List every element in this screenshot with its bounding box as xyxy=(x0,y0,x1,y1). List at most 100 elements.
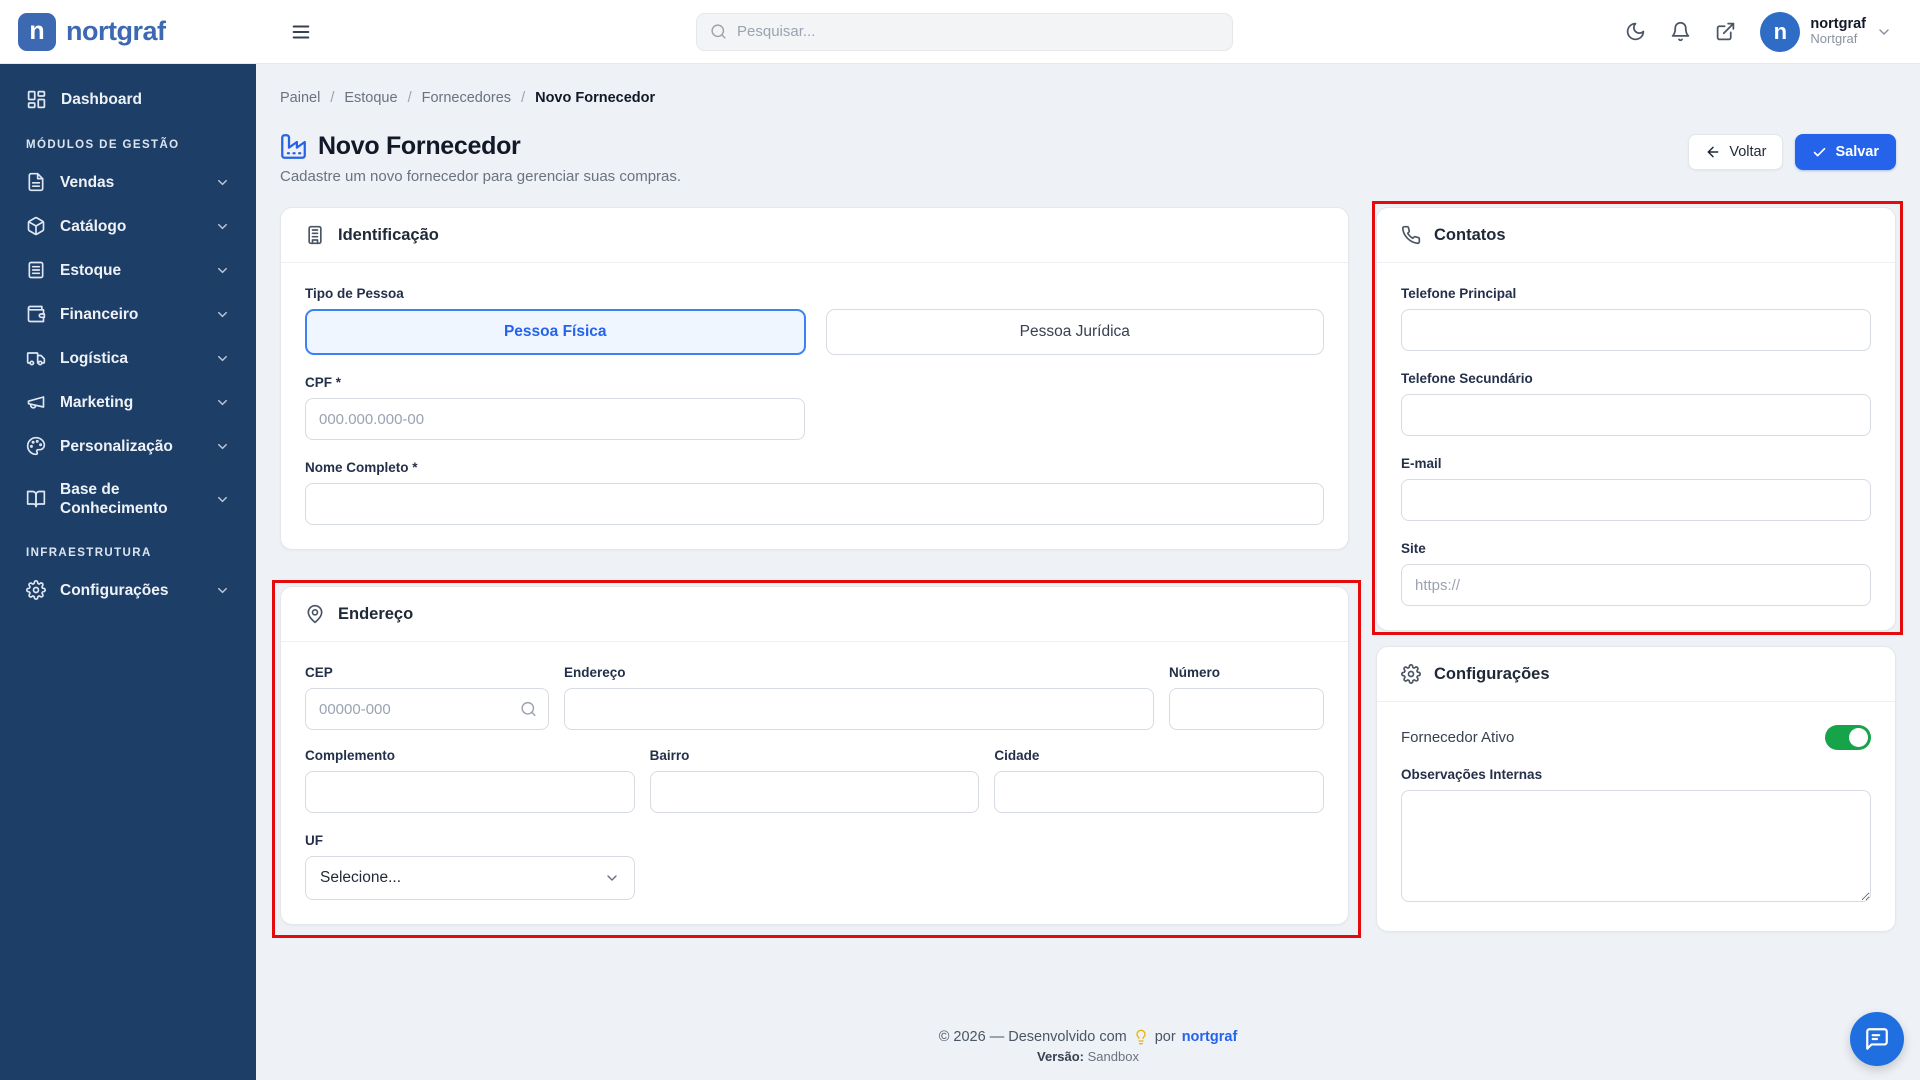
page-subtitle: Cadastre um novo fornecedor para gerenci… xyxy=(280,168,682,185)
file-document-icon xyxy=(26,172,46,192)
city-label: Cidade xyxy=(994,748,1040,763)
book-open-icon xyxy=(26,489,46,509)
breadcrumb-painel[interactable]: Painel xyxy=(280,90,320,106)
sidebar-item-label: Estoque xyxy=(60,261,122,279)
factory-icon xyxy=(280,133,307,160)
cep-field-group: CEP xyxy=(305,665,549,730)
cpf-label: CPF * xyxy=(305,375,342,390)
phone-secondary-input[interactable] xyxy=(1401,394,1871,436)
breadcrumb-estoque[interactable]: Estoque xyxy=(344,90,397,106)
email-input[interactable] xyxy=(1401,479,1871,521)
archive-icon xyxy=(26,260,46,280)
footer-por: por xyxy=(1154,1029,1176,1045)
settings-card-title: Configurações xyxy=(1434,664,1550,683)
global-search[interactable] xyxy=(696,12,1233,51)
sidebar-item-label: Logística xyxy=(60,349,129,367)
chevron-down-icon xyxy=(215,175,230,190)
phone-icon xyxy=(1401,225,1421,245)
brand-logo[interactable]: n nortgraf xyxy=(0,0,256,64)
person-type-toggle-group: Pessoa Física Pessoa Jurídica xyxy=(305,309,1324,355)
internal-notes-textarea[interactable] xyxy=(1401,790,1871,902)
external-link-icon[interactable] xyxy=(1715,21,1736,42)
person-type-label: Tipo de Pessoa xyxy=(305,286,404,301)
phone-primary-label: Telefone Principal xyxy=(1401,286,1517,301)
active-supplier-toggle[interactable] xyxy=(1825,725,1871,750)
chevron-down-icon xyxy=(1876,24,1892,40)
sidebar-item-personalizacao[interactable]: Personalização xyxy=(14,425,242,467)
district-input[interactable] xyxy=(649,771,980,813)
search-icon xyxy=(710,23,727,40)
footer-copyright: © 2026 — Desenvolvido com xyxy=(938,1029,1127,1045)
sidebar-item-marketing[interactable]: Marketing xyxy=(14,381,242,423)
sidebar-item-label: Configurações xyxy=(60,581,169,599)
number-label: Número xyxy=(1169,665,1221,680)
uf-select[interactable]: Selecione... xyxy=(305,856,635,900)
city-field-group: Cidade xyxy=(994,748,1324,813)
sidebar-item-label: Marketing xyxy=(60,393,134,411)
menu-toggle-button[interactable] xyxy=(290,21,312,43)
footer-brand-link[interactable]: nortgraf xyxy=(1182,1029,1238,1045)
identification-card-header: Identificação xyxy=(281,208,1348,263)
complement-label: Complemento xyxy=(305,748,396,763)
truck-icon xyxy=(26,348,46,368)
save-button[interactable]: Salvar xyxy=(1795,134,1896,170)
user-menu[interactable]: n nortgraf Nortgraf xyxy=(1760,11,1892,52)
cep-search-icon xyxy=(520,701,537,718)
city-input[interactable] xyxy=(994,771,1324,813)
sidebar-item-vendas[interactable]: Vendas xyxy=(14,161,242,203)
full-name-input[interactable] xyxy=(305,483,1324,525)
contacts-card-title: Contatos xyxy=(1434,225,1506,244)
chevron-down-icon xyxy=(604,870,620,886)
search-input[interactable] xyxy=(737,23,1219,40)
form-grid: Identificação Tipo de Pessoa Pessoa Físi… xyxy=(272,201,1903,938)
wallet-icon xyxy=(26,304,46,324)
dashboard-grid-icon xyxy=(26,89,47,110)
sidebar-item-logistica[interactable]: Logística xyxy=(14,337,242,379)
cep-input[interactable] xyxy=(305,688,549,730)
sidebar-item-label: Vendas xyxy=(60,173,115,191)
back-button[interactable]: Voltar xyxy=(1688,134,1784,170)
arrow-left-icon xyxy=(1705,144,1721,160)
sidebar-item-financeiro[interactable]: Financeiro xyxy=(14,293,242,335)
phone-primary-input[interactable] xyxy=(1401,309,1871,351)
sidebar-item-catalogo[interactable]: Catálogo xyxy=(14,205,242,247)
sidebar-item-configuracoes[interactable]: Configurações xyxy=(14,569,242,611)
settings-card: Configurações Fornecedor Ativo Observaçõ… xyxy=(1376,646,1896,932)
sidebar: n nortgraf Dashboard MÓDULOS DE GESTÃO V… xyxy=(0,0,256,1080)
settings-card-header: Configurações xyxy=(1377,647,1895,702)
lightbulb-icon xyxy=(1133,1029,1149,1045)
chevron-down-icon xyxy=(215,219,230,234)
user-meta: nortgraf Nortgraf xyxy=(1810,16,1866,48)
chevron-down-icon xyxy=(215,583,230,598)
sidebar-item-estoque[interactable]: Estoque xyxy=(14,249,242,291)
cpf-input[interactable] xyxy=(305,398,805,440)
gear-icon xyxy=(26,580,46,600)
number-field-group: Número xyxy=(1169,665,1324,730)
right-column: Contatos Telefone Principal Telefone Sec… xyxy=(1372,201,1903,932)
identification-card-title: Identificação xyxy=(338,225,439,244)
chat-widget-button[interactable] xyxy=(1850,1012,1904,1066)
number-input[interactable] xyxy=(1169,688,1324,730)
breadcrumb-fornecedores[interactable]: Fornecedores xyxy=(422,90,511,106)
cep-label: CEP xyxy=(305,665,333,680)
sidebar-item-label: Dashboard xyxy=(61,91,142,108)
person-type-juridica-button[interactable]: Pessoa Jurídica xyxy=(825,309,1324,355)
address-annotation-wrap: Endereço CEP 00000-000 Endereço Número C… xyxy=(272,580,1361,938)
toggle-knob xyxy=(1849,728,1868,747)
sidebar-item-base-conhecimento[interactable]: Base de Conhecimento xyxy=(14,469,242,529)
topbar-actions: n nortgraf Nortgraf xyxy=(1625,11,1892,52)
contacts-card: Contatos Telefone Principal Telefone Sec… xyxy=(1376,207,1896,631)
notifications-bell-icon[interactable] xyxy=(1670,21,1691,42)
main-area: n nortgraf Nortgraf Painel / Estoque / F… xyxy=(256,0,1920,1080)
chevron-down-icon xyxy=(215,351,230,366)
street-input[interactable] xyxy=(564,688,1154,730)
person-type-fisica-button[interactable]: Pessoa Física xyxy=(305,309,806,355)
breadcrumb-separator: / xyxy=(521,90,526,106)
sidebar-item-dashboard[interactable]: Dashboard xyxy=(14,78,242,121)
complement-input[interactable] xyxy=(305,771,635,813)
site-input[interactable] xyxy=(1401,564,1871,606)
dark-mode-moon-icon[interactable] xyxy=(1625,21,1646,42)
gear-icon xyxy=(1401,664,1421,684)
sidebar-item-label: Personalização xyxy=(60,437,173,455)
chevron-down-icon xyxy=(215,439,230,454)
